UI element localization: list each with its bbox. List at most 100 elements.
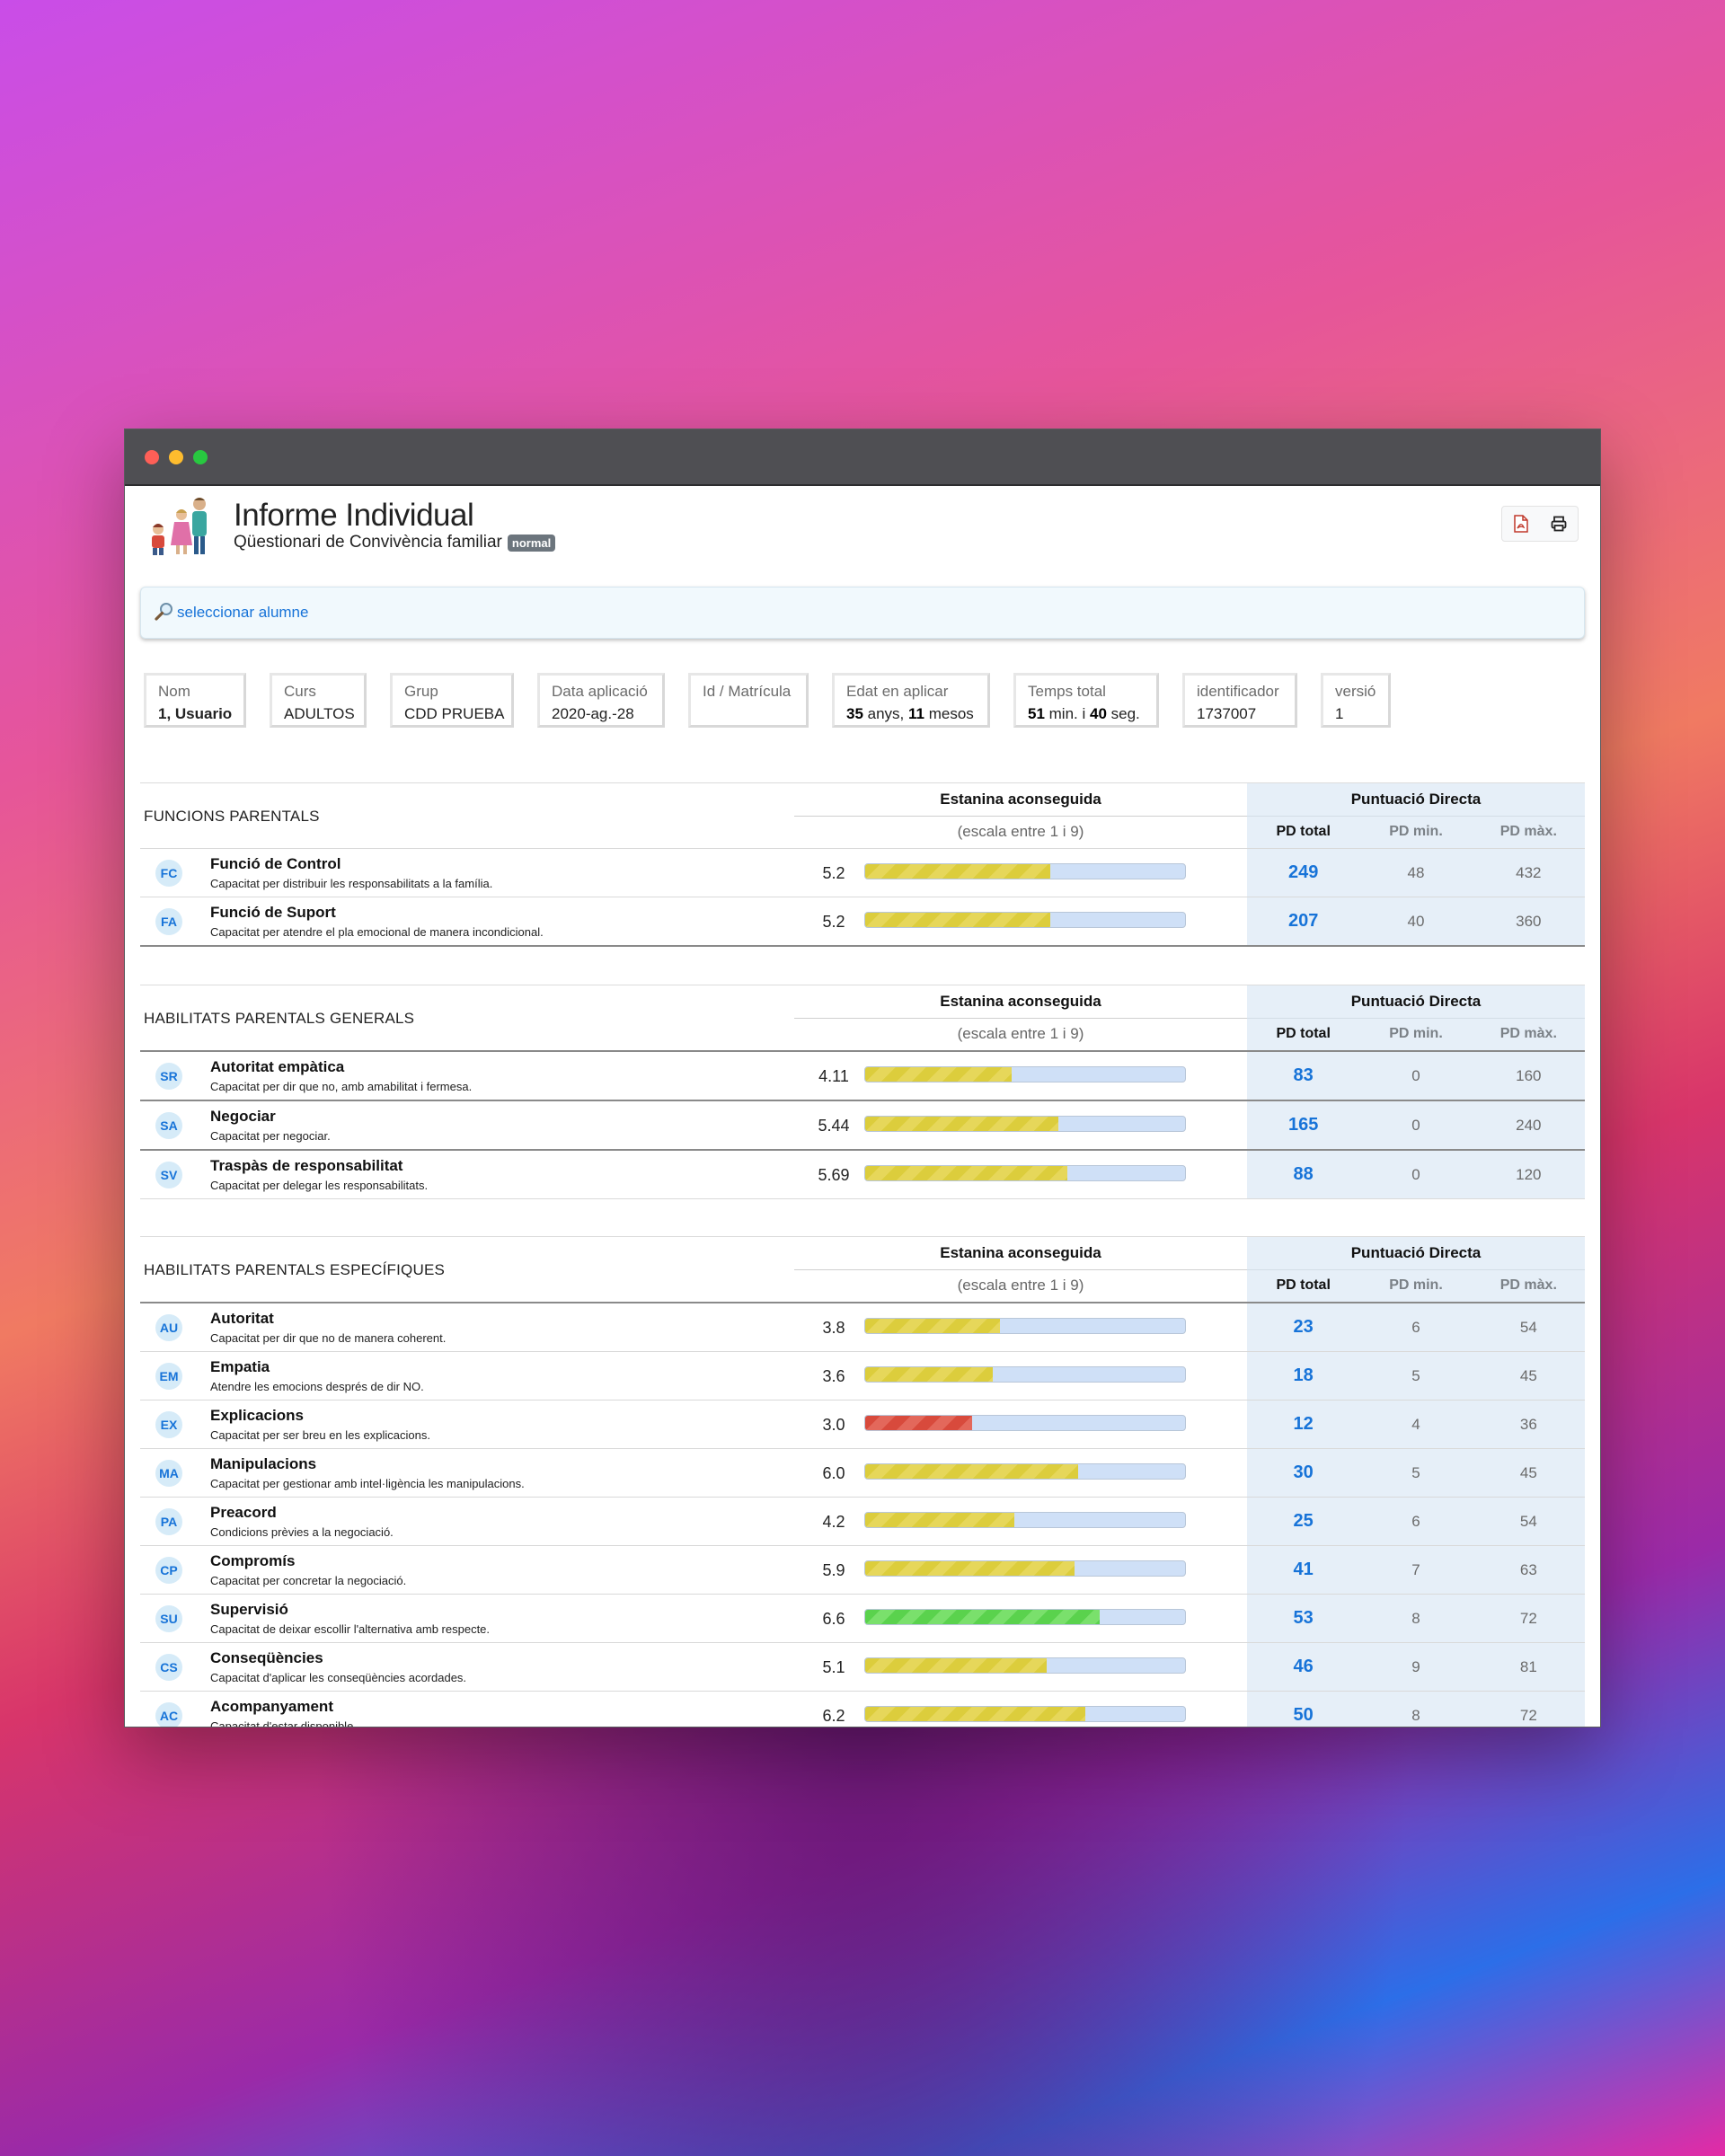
printer-icon (1551, 516, 1567, 532)
pd-total: 53 (1293, 1608, 1314, 1628)
pd-max: 160 (1516, 1067, 1542, 1084)
pd-total-header: PD total (1276, 824, 1331, 839)
close-window-button[interactable] (145, 450, 159, 464)
section-bottom-rule (140, 945, 1585, 947)
pd-max: 81 (1519, 1658, 1537, 1675)
pd-values: 53 8 72 (1247, 1595, 1585, 1642)
pd-min: 8 (1411, 1707, 1420, 1724)
pd-values: 41 7 63 (1247, 1546, 1585, 1594)
pd-values: 18 5 45 (1247, 1352, 1585, 1400)
info-value-part: 51 (1028, 705, 1045, 722)
info-value: 35 anys, 11 mesos (846, 705, 977, 723)
print-button[interactable] (1540, 507, 1578, 541)
pd-total: 25 (1293, 1511, 1314, 1531)
info-label: Data aplicació (552, 683, 648, 700)
pd-total: 83 (1293, 1065, 1314, 1085)
scale-abbr-badge: FC (155, 860, 182, 887)
info-value: 1, Usuario (158, 705, 233, 722)
app-window: Informe Individual Qüestionari de Conviv… (124, 429, 1601, 1727)
stanine-bar-fill (865, 1166, 1068, 1180)
table-row: SU Supervisió Capacitat de deixar escollir… (140, 1594, 1585, 1642)
pd-subheaders: PD total PD min. PD màx. (1247, 816, 1585, 848)
pd-values: 46 9 81 (1247, 1643, 1585, 1691)
pd-subheaders: PD total PD min. PD màx. (1247, 1269, 1585, 1302)
magnifier-icon (155, 603, 172, 621)
scale-abbr-badge: AC (155, 1702, 182, 1727)
page-subtitle: Qüestionari de Convivència familiar norm… (234, 533, 556, 552)
pdf-export-button[interactable] (1502, 507, 1540, 541)
pd-min: 9 (1411, 1658, 1420, 1675)
scale-abbr-badge: EM (155, 1363, 182, 1390)
stanine-bar-fill (865, 864, 1050, 879)
stanine-bar-fill (865, 1367, 994, 1382)
stanine-bar (864, 1512, 1186, 1528)
pd-subheaders: PD total PD min. PD màx. (1247, 1018, 1585, 1050)
pd-total: 41 (1293, 1560, 1314, 1579)
scale-description: Atendre les emocions després de dir NO. (210, 1380, 424, 1393)
scale-abbr-badge: SR (155, 1063, 182, 1090)
pd-total-header: PD total (1276, 1026, 1331, 1041)
scale-name: Compromís (210, 1552, 296, 1569)
pd-min: 48 (1407, 864, 1425, 881)
scale-name: Traspàs de responsabilitat (210, 1157, 403, 1174)
estanina-scale: (escala entre 1 i 9) (957, 1277, 1084, 1294)
stanine-value: 5.69 (818, 1166, 850, 1184)
scale-name: Funció de Control (210, 855, 341, 872)
pd-max: 360 (1516, 913, 1542, 930)
pd-header: Puntuació Directa PD total PD min. PD màx. (1247, 985, 1585, 1050)
report-content: Informe Individual Qüestionari de Conviv… (140, 486, 1585, 1727)
pd-min: 5 (1411, 1367, 1420, 1384)
scale-name: Preacord (210, 1504, 277, 1521)
stanine-value: 5.2 (822, 864, 845, 882)
section-header: HABILITATS PARENTALS ESPECÍFIQUES Estanin… (140, 1236, 1585, 1302)
pd-values: 249 48 432 (1247, 849, 1585, 897)
info-label: Grup (404, 683, 438, 700)
pd-total: 46 (1293, 1657, 1314, 1676)
table-row: EX Explicacions Capacitat per ser breu en … (140, 1400, 1585, 1448)
questionnaire-name: Qüestionari de Convivència familiar (234, 533, 502, 552)
info-label: versió (1335, 683, 1376, 700)
pd-values: 25 6 54 (1247, 1498, 1585, 1545)
scale-description: Capacitat per atendre el pla emocional d… (210, 925, 544, 939)
info-card: Curs ADULTOS (270, 673, 367, 728)
stanine-bar-fill (865, 1561, 1075, 1576)
stanine-bar-fill (865, 1117, 1059, 1131)
stanine-bar (864, 1165, 1186, 1181)
stanine-value: 6.2 (822, 1707, 845, 1725)
estanina-header: Estanina aconseguida (escala entre 1 i 9) (794, 985, 1247, 1050)
scale-name: Conseqüències (210, 1649, 323, 1666)
pd-min: 0 (1411, 1067, 1420, 1084)
table-row: AC Acompanyament Capacitat d'estar disponi… (140, 1691, 1585, 1727)
stanine-bar (864, 1066, 1186, 1082)
info-label: Temps total (1028, 683, 1106, 700)
pd-total: 88 (1293, 1164, 1314, 1184)
pd-min: 6 (1411, 1513, 1420, 1530)
minimize-window-button[interactable] (169, 450, 183, 464)
stanine-bar (864, 1560, 1186, 1577)
stanine-value: 3.0 (822, 1416, 845, 1434)
stanine-value: 5.44 (818, 1117, 850, 1135)
pd-min: 6 (1411, 1319, 1420, 1336)
pd-max: 45 (1519, 1464, 1537, 1481)
info-value: ADULTOS (284, 705, 355, 722)
section-header: HABILITATS PARENTALS GENERALS Estanina ac… (140, 985, 1585, 1050)
maximize-window-button[interactable] (193, 450, 208, 464)
estanina-title: Estanina aconseguida (794, 783, 1247, 817)
section-3: HABILITATS PARENTALS ESPECÍFIQUES Estanin… (140, 1236, 1585, 1727)
pd-min-header: PD min. (1389, 824, 1443, 839)
scale-name: Negociar (210, 1108, 276, 1125)
pd-values: 50 8 72 (1247, 1692, 1585, 1727)
select-student-link[interactable]: seleccionar alumne (177, 604, 308, 622)
scale-description: Capacitat per concretar la negociació. (210, 1574, 407, 1587)
table-row: SV Traspàs de responsabilitat Capacitat pe… (140, 1149, 1585, 1198)
info-value: 2020-ag.-28 (552, 705, 634, 722)
pd-title: Puntuació Directa (1247, 783, 1585, 817)
report-header: Informe Individual Qüestionari de Conviv… (140, 486, 1585, 571)
stanine-bar-fill (865, 1319, 1001, 1333)
scale-name: Explicacions (210, 1407, 304, 1424)
pd-values: 83 0 160 (1247, 1052, 1585, 1100)
info-card: Id / Matrícula (688, 673, 809, 728)
pd-total: 165 (1287, 1115, 1319, 1135)
pd-max: 432 (1516, 864, 1542, 881)
estanina-header: Estanina aconseguida (escala entre 1 i 9) (794, 1237, 1247, 1302)
